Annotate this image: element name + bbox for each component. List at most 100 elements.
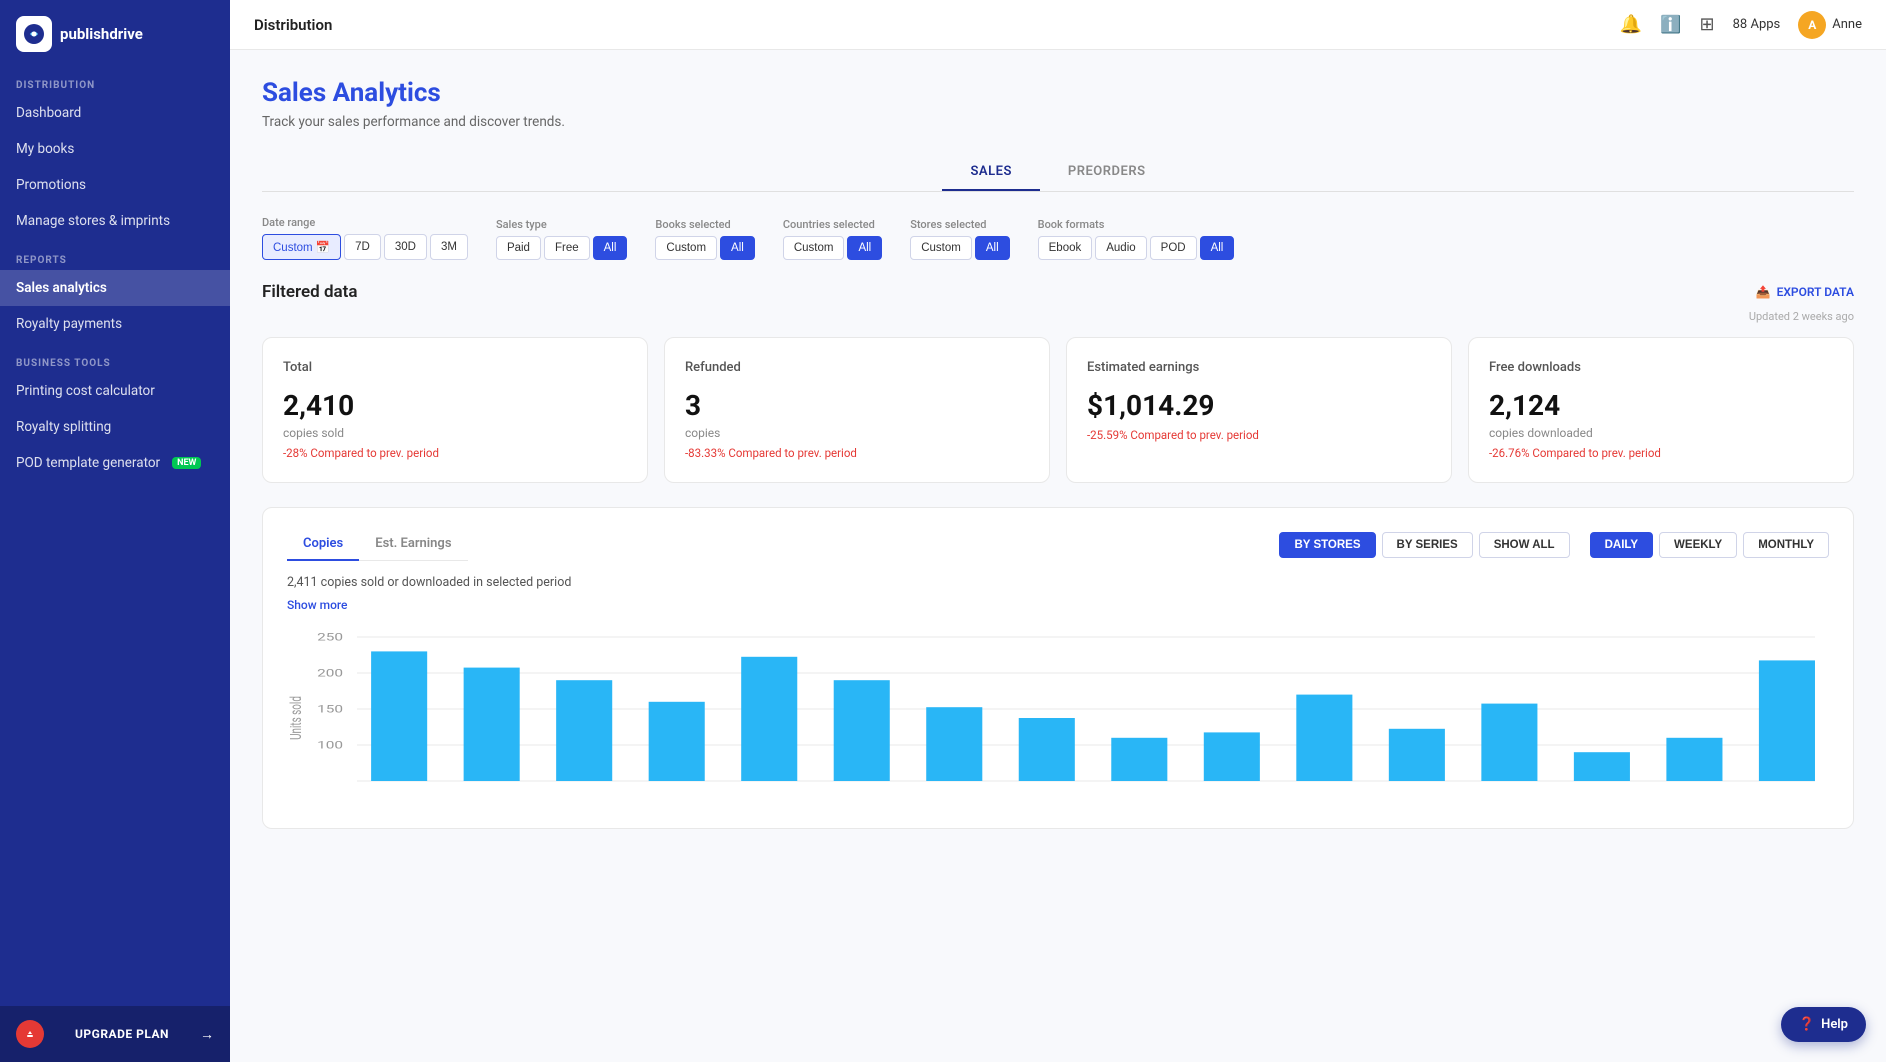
filter-date-range: Date range Custom 📅 7D 30D 3M (262, 216, 468, 260)
date-range-30d-btn[interactable]: 30D (384, 234, 427, 260)
bar-2 (556, 680, 612, 781)
printing-cost-label: Printing cost calculator (16, 383, 155, 399)
date-range-7d-btn[interactable]: 7D (344, 234, 381, 260)
upgrade-label: UPGRADE PLAN (75, 1027, 169, 1041)
bar-4 (741, 657, 797, 781)
apps-button[interactable]: 88 Apps (1733, 17, 1781, 32)
sidebar-item-sales-analytics[interactable]: Sales analytics (0, 270, 230, 306)
tab-sales[interactable]: SALES (942, 154, 1039, 191)
books-all-btn[interactable]: All (720, 236, 755, 260)
bar-14 (1666, 738, 1722, 781)
new-badge: NEW (172, 457, 201, 469)
bar-0 (371, 651, 427, 781)
bar-3 (649, 702, 705, 781)
notification-icon[interactable]: 🔔 (1620, 14, 1642, 35)
apps-label: 88 Apps (1733, 17, 1781, 32)
help-button[interactable]: ❓ Help (1781, 1007, 1866, 1042)
total-change: -28% Compared to prev. period (283, 446, 627, 460)
date-range-buttons: Custom 📅 7D 30D 3M (262, 234, 468, 260)
help-label: Help (1821, 1017, 1848, 1032)
chart-header: Copies Est. Earnings BY STORES BY SERIES… (287, 528, 1829, 561)
chart-tab-earnings[interactable]: Est. Earnings (359, 528, 467, 561)
filters-row: Date range Custom 📅 7D 30D 3M Sales type… (262, 216, 1854, 260)
stat-card-free-downloads: Free downloads 2,124 copies downloaded -… (1468, 337, 1854, 483)
sidebar-item-dashboard[interactable]: Dashboard (0, 95, 230, 131)
bar-1 (464, 668, 520, 781)
sales-type-paid-btn[interactable]: Paid (496, 236, 541, 260)
upgrade-plan-button[interactable]: UPGRADE PLAN → (0, 1006, 230, 1062)
free-downloads-title: Free downloads (1489, 360, 1833, 375)
filtered-data-title: Filtered data (262, 282, 357, 302)
page-subtitle: Track your sales performance and discove… (262, 114, 1854, 130)
total-value: 2,410 (283, 389, 627, 422)
sales-type-free-btn[interactable]: Free (544, 236, 590, 260)
filter-countries-selected: Countries selected Custom All (783, 218, 882, 260)
chart-tab-copies[interactable]: Copies (287, 528, 359, 561)
export-icon: 📤 (1756, 285, 1771, 299)
sidebar-item-royalty-payments[interactable]: Royalty payments (0, 306, 230, 342)
format-audio-btn[interactable]: Audio (1095, 236, 1146, 260)
sidebar-item-promotions[interactable]: Promotions (0, 167, 230, 203)
sidebar: publishdrive DISTRIBUTION Dashboard My b… (0, 0, 230, 1062)
total-title: Total (283, 360, 627, 375)
manage-stores-label: Manage stores & imprints (16, 213, 170, 229)
pod-template-label: POD template generator (16, 455, 160, 471)
sidebar-item-royalty-splitting[interactable]: Royalty splitting (0, 409, 230, 445)
ctrl-by-stores[interactable]: BY STORES (1279, 532, 1375, 558)
topbar-actions: 🔔 ℹ️ ⊞ 88 Apps A Anne (1620, 11, 1862, 39)
topbar: Distribution 🔔 ℹ️ ⊞ 88 Apps A Anne (230, 0, 1886, 50)
chart-area: 250 200 150 100 Units sold (287, 628, 1829, 808)
date-range-custom-btn[interactable]: Custom 📅 (262, 234, 341, 260)
sidebar-sections: DISTRIBUTION Dashboard My books Promotio… (0, 64, 230, 481)
my-books-label: My books (16, 141, 74, 157)
books-selected-label: Books selected (655, 218, 754, 231)
sidebar-logo: publishdrive (0, 0, 230, 64)
ctrl-monthly[interactable]: MONTHLY (1743, 532, 1829, 558)
main-area: Distribution 🔔 ℹ️ ⊞ 88 Apps A Anne Sales… (230, 0, 1886, 1062)
logo-icon (16, 16, 52, 52)
user-avatar: A (1798, 11, 1826, 39)
ctrl-daily[interactable]: DAILY (1590, 532, 1653, 558)
content-area: Sales Analytics Track your sales perform… (230, 50, 1886, 1062)
grid-icon[interactable]: ⊞ (1700, 14, 1715, 35)
format-ebook-btn[interactable]: Ebook (1038, 236, 1093, 260)
books-custom-btn[interactable]: Custom (655, 236, 717, 260)
upgrade-arrow-icon: → (200, 1026, 214, 1043)
ctrl-show-all[interactable]: SHOW ALL (1479, 532, 1570, 558)
chart-info-text: 2,411 copies sold or downloaded in selec… (287, 575, 1829, 590)
upgrade-icon (16, 1020, 44, 1048)
info-icon[interactable]: ℹ️ (1660, 15, 1681, 35)
date-range-3m-btn[interactable]: 3M (430, 234, 468, 260)
bar-15 (1759, 660, 1815, 781)
sidebar-item-my-books[interactable]: My books (0, 131, 230, 167)
export-data-button[interactable]: 📤 EXPORT DATA (1756, 285, 1854, 299)
sidebar-section-reports: REPORTS (0, 239, 230, 270)
show-more-link[interactable]: Show more (287, 598, 347, 612)
format-all-btn[interactable]: All (1200, 236, 1235, 260)
sales-type-all-btn[interactable]: All (593, 236, 628, 260)
ctrl-by-series[interactable]: BY SERIES (1382, 532, 1473, 558)
refunded-value: 3 (685, 389, 1029, 422)
user-menu[interactable]: A Anne (1798, 11, 1862, 39)
sidebar-item-pod-template[interactable]: POD template generator NEW (0, 445, 230, 481)
royalty-splitting-label: Royalty splitting (16, 419, 111, 435)
tab-preorders[interactable]: PREORDERS (1040, 154, 1174, 191)
countries-custom-btn[interactable]: Custom (783, 236, 845, 260)
earnings-change: -25.59% Compared to prev. period (1087, 428, 1431, 442)
format-pod-btn[interactable]: POD (1150, 236, 1197, 260)
books-selected-buttons: Custom All (655, 236, 754, 260)
bar-6 (926, 707, 982, 781)
main-tabs: SALES PREORDERS (262, 154, 1854, 192)
sidebar-item-printing-cost[interactable]: Printing cost calculator (0, 373, 230, 409)
sales-type-label: Sales type (496, 218, 627, 231)
sidebar-section-business-tools: BUSINESS TOOLS (0, 342, 230, 373)
sidebar-item-manage-stores[interactable]: Manage stores & imprints (0, 203, 230, 239)
refunded-change: -83.33% Compared to prev. period (685, 446, 1029, 460)
ctrl-weekly[interactable]: WEEKLY (1659, 532, 1737, 558)
stores-all-btn[interactable]: All (975, 236, 1010, 260)
page-heading: Sales Analytics (262, 78, 1854, 108)
stores-selected-label: Stores selected (910, 218, 1009, 231)
refunded-title: Refunded (685, 360, 1029, 375)
stores-custom-btn[interactable]: Custom (910, 236, 972, 260)
countries-all-btn[interactable]: All (847, 236, 882, 260)
